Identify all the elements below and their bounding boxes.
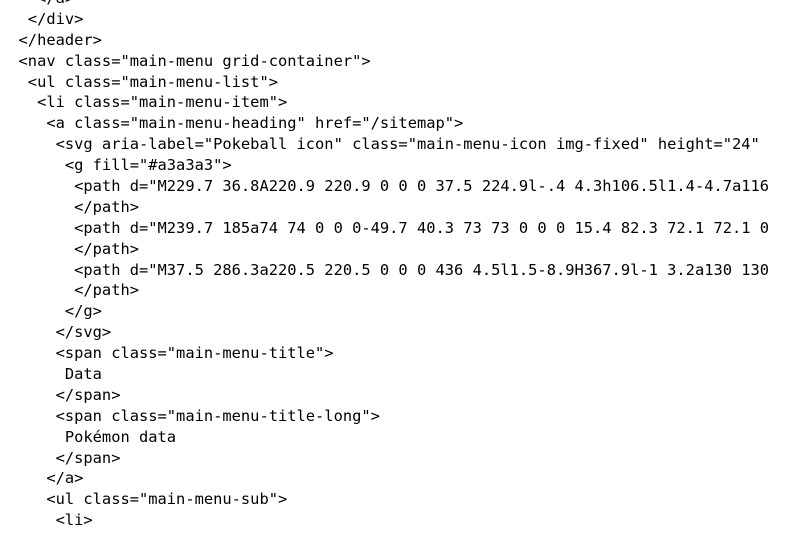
source-line-title-long-text: Pokémon data (0, 427, 177, 446)
source-line-li-open: <li class="main-menu-item"> (0, 93, 288, 112)
source-line-span-title-close: </span> (0, 385, 121, 404)
source-line-span-title-long-close: </span> (0, 448, 121, 467)
source-line-ul-open: <ul class="main-menu-list"> (0, 72, 278, 91)
source-line-svg-close: </svg> (0, 323, 112, 342)
source-line-closing-header: </header> (0, 30, 102, 49)
source-line-title-text: Data (0, 365, 102, 384)
source-line-path-3-close: </path> (0, 281, 139, 300)
source-line-path-2: <path d="M239.7 185a74 74 0 0 0-49.7 40.… (0, 218, 770, 237)
source-line-path-2-close: </path> (0, 239, 139, 258)
source-line-path-1: <path d="M229.7 36.8A220.9 220.9 0 0 0 3… (0, 177, 770, 196)
source-line-span-title-open: <span class="main-menu-title"> (0, 344, 334, 363)
source-line-closing-div: </div> (0, 9, 84, 28)
source-line-a-open: <a class="main-menu-heading" href="/site… (0, 114, 464, 133)
source-line-g-open: <g fill="#a3a3a3"> (0, 156, 232, 175)
source-line-span-title-long-open: <span class="main-menu-title-long"> (0, 406, 380, 425)
source-line-svg-open: <svg aria-label="Pokeball icon" class="m… (0, 135, 760, 154)
source-line-g-close: </g> (0, 302, 102, 321)
source-line-ul-sub-open: <ul class="main-menu-sub"> (0, 490, 288, 509)
source-line-closing-a: </a> (0, 0, 802, 9)
source-line-nav-open: <nav class="main-menu grid-container"> (0, 51, 371, 70)
html-source-view: </a> </div> </header> <nav class="main-m… (0, 0, 802, 531)
source-line-li-sub-open: <li> (0, 511, 93, 530)
source-line-a-close: </a> (0, 469, 84, 488)
source-line-path-1-close: </path> (0, 197, 139, 216)
source-line-path-3: <path d="M37.5 286.3a220.5 220.5 0 0 0 4… (0, 260, 770, 279)
